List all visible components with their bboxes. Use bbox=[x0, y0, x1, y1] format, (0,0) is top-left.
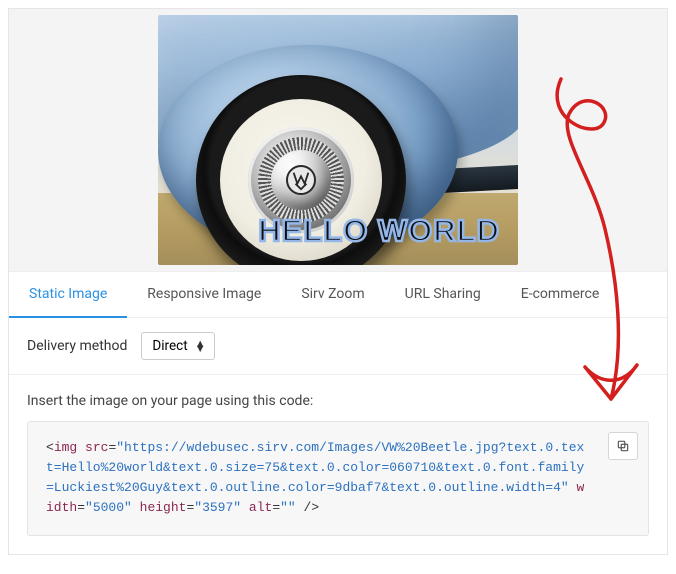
code-val-width: "5000" bbox=[85, 500, 132, 515]
image-overlay-text: Hello world bbox=[258, 213, 500, 249]
code-attr-alt: alt bbox=[249, 500, 272, 515]
code-val-src: "https://wdebusec.sirv.com/Images/VW%20B… bbox=[46, 440, 584, 495]
tab-responsive-image[interactable]: Responsive Image bbox=[127, 272, 281, 317]
copy-icon bbox=[616, 439, 630, 453]
instruction-text: Insert the image on your page using this… bbox=[27, 393, 649, 409]
code-val-alt: "" bbox=[280, 500, 296, 515]
delivery-row: Delivery method Direct ▲▼ bbox=[9, 318, 667, 375]
code-lt: < bbox=[46, 440, 54, 455]
tab-url-sharing[interactable]: URL Sharing bbox=[385, 272, 501, 317]
tab-sirv-zoom[interactable]: Sirv Zoom bbox=[281, 272, 384, 317]
delivery-method-select[interactable]: Direct ▲▼ bbox=[141, 332, 214, 360]
delivery-method-label: Delivery method bbox=[27, 338, 127, 354]
preview-image: Hello world bbox=[158, 15, 518, 265]
embed-code-box[interactable]: <img src="https://wdebusec.sirv.com/Imag… bbox=[27, 421, 649, 536]
delivery-method-value: Direct bbox=[152, 338, 187, 354]
code-val-height: "3597" bbox=[194, 500, 241, 515]
code-gt: /> bbox=[296, 500, 319, 515]
instruction-area: Insert the image on your page using this… bbox=[9, 375, 667, 554]
embed-panel: Hello world Static Image Responsive Imag… bbox=[8, 8, 668, 555]
tab-static-image[interactable]: Static Image bbox=[9, 272, 127, 318]
tab-e-commerce[interactable]: E-commerce bbox=[501, 272, 619, 317]
code-attr-src: src bbox=[85, 440, 108, 455]
code-attr-height: height bbox=[140, 500, 187, 515]
image-preview-area: Hello world bbox=[9, 9, 667, 271]
copy-button[interactable] bbox=[608, 432, 638, 460]
code-tag: img bbox=[54, 440, 77, 455]
vw-logo-icon bbox=[286, 165, 316, 195]
tabs-bar: Static Image Responsive Image Sirv Zoom … bbox=[9, 271, 667, 318]
select-caret-icon: ▲▼ bbox=[195, 341, 206, 351]
